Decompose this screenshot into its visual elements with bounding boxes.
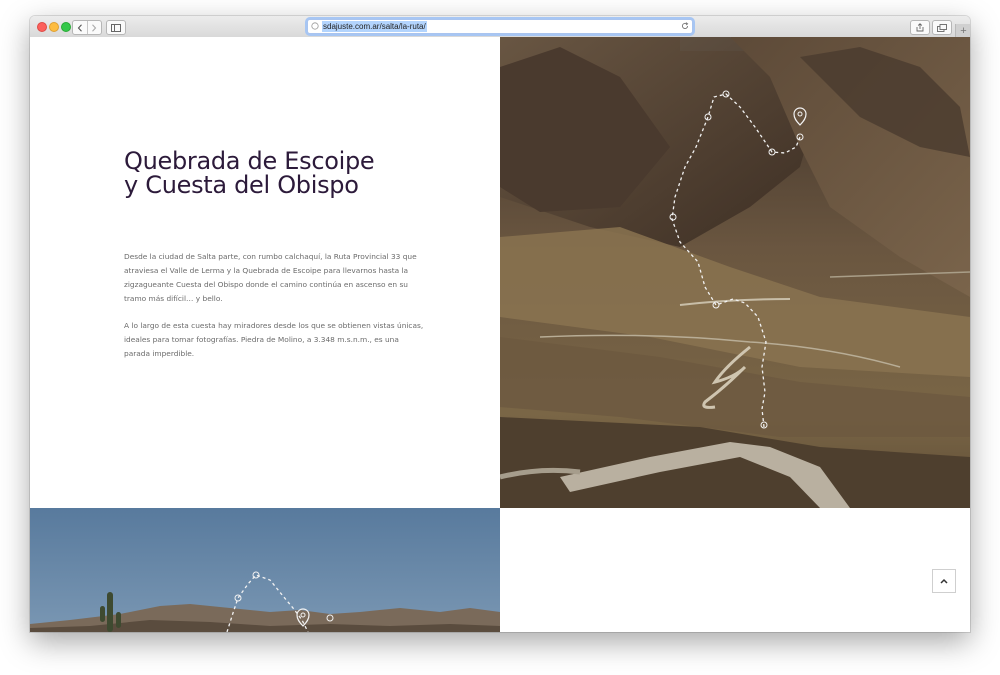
back-icon <box>77 23 82 32</box>
mountain-route-photo <box>500 37 970 508</box>
zoom-icon[interactable] <box>61 22 71 32</box>
intro-paragraph-2: A lo largo de esta cuesta hay miradores … <box>124 321 424 358</box>
sidebar-button[interactable] <box>106 20 126 35</box>
share-icon <box>916 23 924 32</box>
plus-icon: + <box>960 24 967 37</box>
close-icon[interactable] <box>37 22 47 32</box>
reload-icon[interactable] <box>681 22 689 30</box>
share-button[interactable] <box>910 20 930 35</box>
browser-toolbar: sdajuste.com.ar/salta/la-ruta/ + <box>30 16 970 38</box>
minimize-icon[interactable] <box>49 22 59 32</box>
page-content: Quebrada de Escoipe y Cuesta del Obispo … <box>30 37 970 632</box>
cactus-landscape-photo <box>30 508 500 632</box>
tabs-overview-button[interactable] <box>932 20 952 35</box>
page-title: Quebrada de Escoipe y Cuesta del Obispo <box>124 149 484 197</box>
scroll-to-top-button[interactable] <box>932 569 956 593</box>
address-bar[interactable]: sdajuste.com.ar/salta/la-ruta/ <box>307 19 693 34</box>
sidebar-icon <box>111 23 121 32</box>
forward-button[interactable] <box>86 21 102 34</box>
tabs-icon <box>937 23 947 32</box>
browser-window: sdajuste.com.ar/salta/la-ruta/ + Quebrad… <box>30 16 970 632</box>
back-button[interactable] <box>73 21 87 34</box>
globe-icon <box>311 22 319 30</box>
title-line-2: y Cuesta del Obispo <box>124 171 359 199</box>
mountain-landscape-image <box>500 37 970 508</box>
forward-icon <box>92 23 97 32</box>
cactus-landscape-image <box>30 508 500 632</box>
intro-panel: Quebrada de Escoipe y Cuesta del Obispo … <box>30 37 500 508</box>
empty-grid-cell <box>500 508 970 632</box>
intro-paragraph-1: Desde la ciudad de Salta parte, con rumb… <box>124 252 417 303</box>
url-text[interactable]: sdajuste.com.ar/salta/la-ruta/ <box>322 21 427 32</box>
new-tab-button[interactable]: + <box>955 24 970 38</box>
history-nav <box>72 20 102 35</box>
chevron-up-icon <box>940 578 948 584</box>
